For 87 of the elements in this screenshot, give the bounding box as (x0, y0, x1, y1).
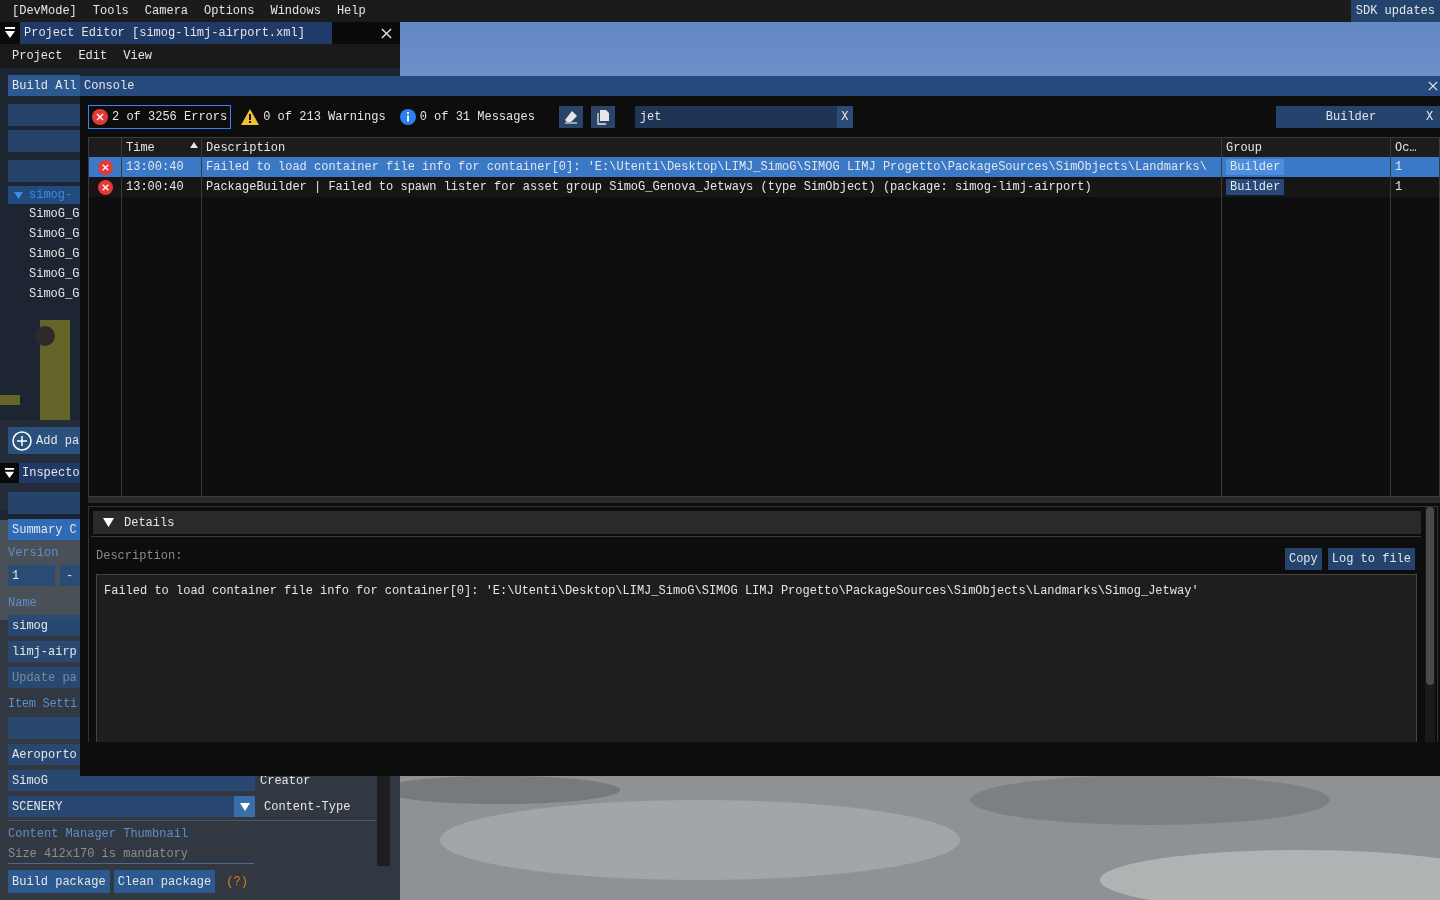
package-button[interactable]: Clean package (113, 870, 216, 893)
field-label: Creator (260, 772, 311, 790)
dropdown[interactable]: SCENERY (8, 796, 255, 817)
menu-item[interactable]: Edit (70, 47, 116, 65)
caret-icon[interactable] (239, 801, 250, 812)
details-button[interactable]: Log to file (1327, 548, 1415, 570)
input-field[interactable] (8, 130, 80, 152)
selected-row[interactable]: 13:00:40 Failed to load container file info for container[0]: 'E:\Utenti\Desktop\LIMJ_SimoG\SIMOG LIMJ Progetto\PackageSources\SimObjects\Landmarks\ Builder 1 (89, 157, 1439, 177)
column-header[interactable]: Oc… (1395, 138, 1417, 157)
details-button[interactable]: Copy (1284, 548, 1322, 570)
hint-text: Size 412x170 is mandatory (8, 846, 189, 863)
filter-toggle[interactable]: 0 of 213 Warnings (237, 105, 390, 129)
tree-item[interactable]: SimoG_G (29, 245, 80, 263)
menu-item[interactable]: Project (4, 47, 71, 65)
plus-icon (12, 430, 32, 451)
section-label: Item Setti (8, 696, 77, 713)
sort-arrow-icon[interactable] (190, 141, 198, 148)
eraser-icon (562, 109, 579, 125)
menu-item[interactable]: Options (196, 2, 263, 20)
clear-button[interactable] (558, 106, 583, 128)
field-label: Version (8, 544, 59, 561)
version-field[interactable]: 1 (8, 565, 55, 586)
inspector-tab[interactable]: Inspecto (19, 463, 80, 483)
menu-item[interactable]: Camera (136, 2, 197, 20)
add-package-button[interactable]: Add pa (8, 427, 80, 454)
table-cell: 13:00:40 (126, 180, 184, 194)
tree-item[interactable]: SimoG_G (29, 205, 80, 223)
input-field[interactable]: simog (8, 615, 80, 636)
window-title: Console (84, 78, 135, 95)
copy-all-button[interactable] (590, 106, 615, 128)
build-all-button[interactable]: Build All (8, 75, 80, 96)
help-link[interactable]: (?) (226, 872, 248, 891)
sdk-updates-button[interactable]: SDK updates (1350, 0, 1440, 22)
error-icon (98, 159, 113, 175)
filter-toggle[interactable]: 0 of 31 Messages (395, 105, 539, 129)
table-cell: 1 (1395, 180, 1403, 194)
close-icon[interactable] (1428, 81, 1438, 91)
menu-item[interactable]: [DevMode] (0, 2, 85, 20)
document-icon (594, 109, 611, 125)
clear-filter-button[interactable]: X (1426, 106, 1440, 128)
description-text: Failed to load container file info for container[0]: 'E:\Utenti\Desktop\LIMJ_SimoG\SIMOG LIMJ Progetto\PackageSources\SimObjects\Landmarks\Simog_Jetway' (104, 584, 1199, 598)
group-filter-dropdown[interactable]: Builder X (1276, 106, 1440, 128)
group-tag: Builder (1226, 159, 1285, 175)
table-cell: Failed to load container file info for container[0]: 'E:\Utenti\Desktop\LIMJ_SimoG\SIMOG LIMJ Progetto\PackageSources\SimObjects\Landmarks\ (206, 160, 1207, 174)
column-header[interactable]: Group (1226, 138, 1262, 157)
table-cell: PackageBuilder | Failed to spawn lister for asset group SimoG_Genova_Jetways (type SimObject) (package: simog-limj-airport) (206, 180, 1092, 194)
error-icon (92, 109, 108, 125)
package-button[interactable]: Build package (8, 870, 110, 893)
details-header[interactable]: Details (93, 511, 1421, 534)
menu-item[interactable]: Help (328, 2, 374, 20)
collapse-icon[interactable] (4, 467, 15, 479)
group-tag: Builder (1226, 179, 1285, 195)
error-icon (98, 179, 113, 195)
tree-item[interactable]: SimoG_G (29, 265, 80, 283)
table-cell: 13:00:40 (126, 160, 184, 174)
column-header[interactable]: Description (206, 138, 286, 157)
scrollbar[interactable] (377, 776, 390, 866)
input-field[interactable] (8, 104, 80, 126)
input-field[interactable] (8, 717, 80, 739)
field-label: Content-Type (264, 798, 351, 816)
table-cell: 1 (1395, 160, 1403, 174)
collapse-icon[interactable] (4, 27, 16, 39)
input-field[interactable]: limj-airp (8, 641, 80, 662)
table-row[interactable]: 13:00:40 PackageBuilder | Failed to spawn lister for asset group SimoG_Genova_Jetways (type SimObject) (package: simog-limj-airport) Builder 1 (89, 177, 1439, 197)
close-icon[interactable] (381, 27, 392, 39)
tree-item[interactable]: SimoG_G (29, 225, 80, 243)
menu-item[interactable]: Tools (84, 2, 137, 20)
field-label: Name (8, 595, 37, 611)
window-title: Project Editor [simog-limj-airport.xml] (20, 22, 332, 44)
menu-item[interactable]: View (115, 47, 161, 65)
section-label: Content Manager Thumbnail (8, 826, 189, 843)
menu-item[interactable]: Windows (262, 2, 329, 20)
warning-icon (241, 109, 260, 125)
scrollbar[interactable] (1425, 507, 1435, 742)
info-icon (399, 109, 416, 125)
tree-item[interactable]: SimoG_G (29, 285, 80, 303)
input-field[interactable] (8, 492, 80, 514)
summary-tab[interactable]: Summary C (8, 519, 80, 540)
clear-search-button[interactable]: X (836, 106, 853, 128)
search-field[interactable]: jet X (634, 106, 853, 128)
input-field[interactable]: Aeroporto (8, 744, 80, 765)
column-header[interactable]: Time (126, 138, 155, 157)
expanded-arrow-icon[interactable] (103, 517, 114, 528)
filter-toggle[interactable]: 2 of 3256 Errors (88, 105, 232, 129)
input-field[interactable] (8, 160, 80, 182)
field-label: Description: (96, 548, 183, 565)
decrement-button[interactable]: - (60, 565, 80, 586)
